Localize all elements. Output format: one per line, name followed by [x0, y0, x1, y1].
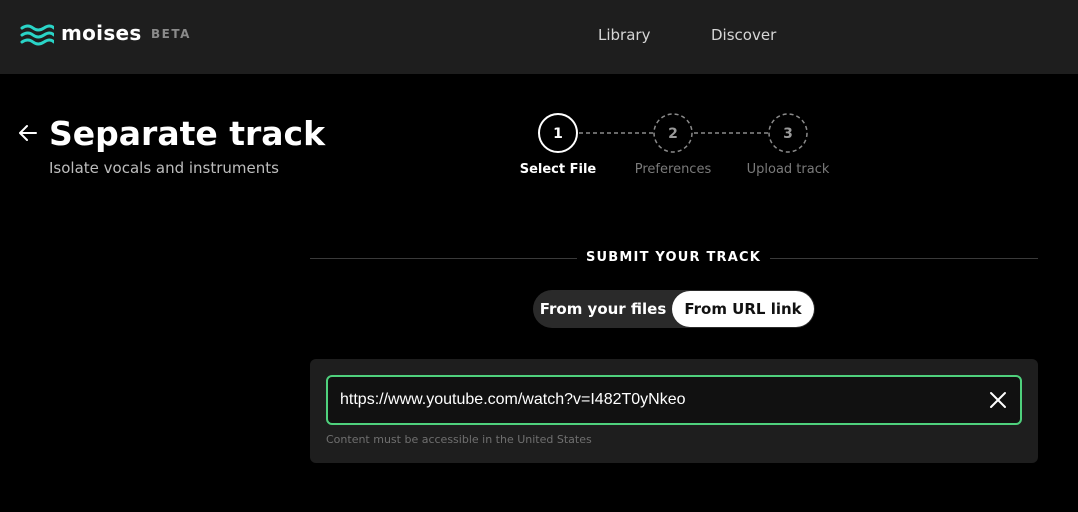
nav-library[interactable]: Library	[598, 26, 650, 44]
from-url-option[interactable]: From URL link	[672, 291, 814, 327]
back-arrow-icon[interactable]	[18, 124, 38, 142]
section-divider-left	[310, 258, 577, 259]
step-3-number: 3	[783, 126, 793, 142]
step-2-label: Preferences	[634, 162, 712, 177]
stepper: 1 2 3	[538, 113, 808, 153]
page-subtitle: Isolate vocals and instruments	[49, 159, 279, 177]
top-header: moises BETA Library Discover	[0, 0, 1078, 74]
moises-wave-icon	[20, 24, 54, 46]
section-title: SUBMIT YOUR TRACK	[585, 250, 762, 265]
url-input[interactable]	[328, 377, 968, 423]
url-input-container	[326, 375, 1022, 425]
beta-badge: BETA	[151, 27, 191, 41]
logo[interactable]: moises BETA	[20, 20, 189, 50]
clear-icon[interactable]	[988, 390, 1008, 410]
from-files-option[interactable]: From your files	[533, 290, 673, 328]
section-divider-right	[770, 258, 1038, 259]
logo-text: moises	[61, 21, 142, 45]
step-3-label: Upload track	[746, 162, 830, 177]
url-card: Content must be accessible in the United…	[310, 359, 1038, 463]
nav-discover[interactable]: Discover	[711, 26, 776, 44]
page-title: Separate track	[49, 114, 326, 153]
step-1-label: Select File	[519, 162, 597, 177]
url-hint: Content must be accessible in the United…	[326, 433, 592, 446]
step-1-number: 1	[553, 126, 563, 142]
step-2-number: 2	[668, 126, 678, 142]
page: moises BETA Library Discover Separate tr…	[0, 0, 1078, 512]
source-toggle: From your files From URL link	[533, 290, 815, 328]
